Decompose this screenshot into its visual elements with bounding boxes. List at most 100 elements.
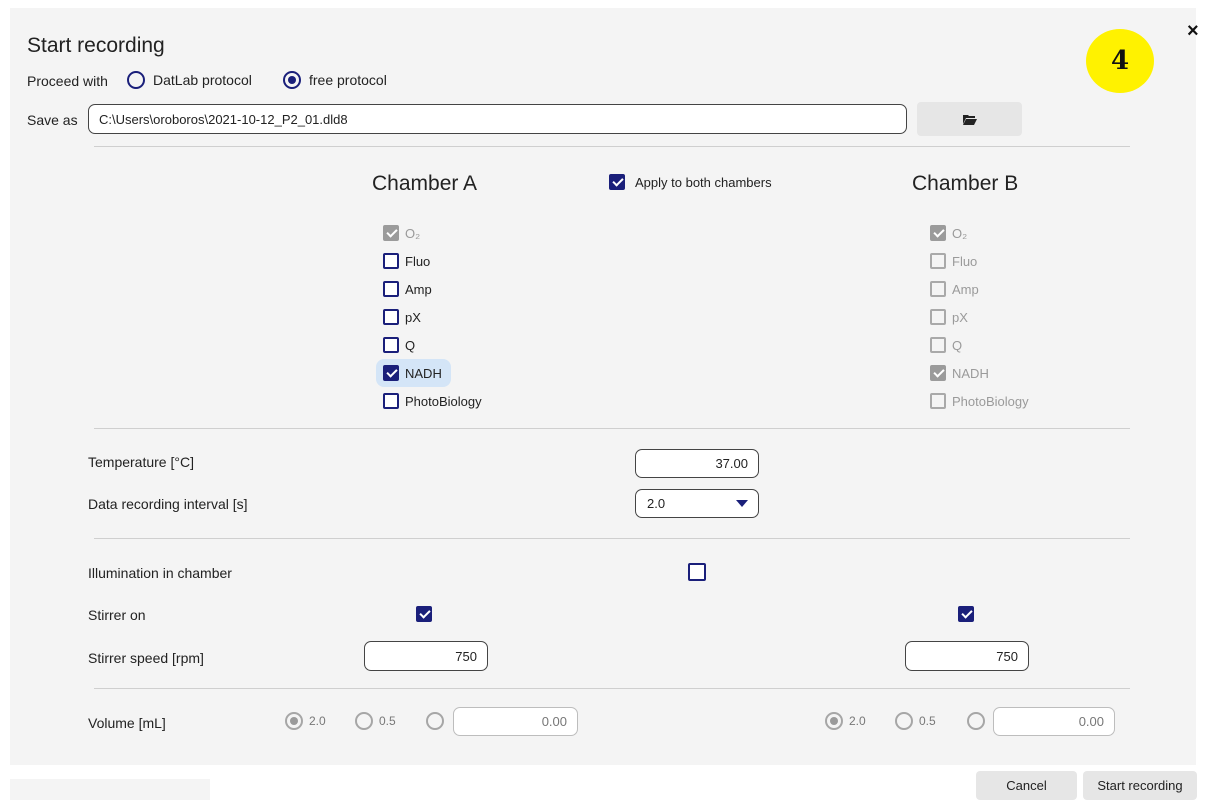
checkbox-disabled-icon <box>930 253 946 269</box>
folder-open-icon <box>962 114 977 125</box>
interval-label: Data recording interval [s] <box>88 496 248 512</box>
sensor-label: O₂ <box>952 225 968 241</box>
sensor-a-o2[interactable]: O₂ <box>383 219 482 247</box>
checkbox-icon <box>688 563 706 581</box>
radio-disabled-icon <box>967 712 985 730</box>
checkbox-icon <box>383 393 399 409</box>
volume-a-opt-2: 2.0 <box>285 712 326 730</box>
footer-left-panel <box>10 779 210 800</box>
illumination-label: Illumination in chamber <box>88 565 232 581</box>
apply-both-label: Apply to both chambers <box>635 174 772 190</box>
sensor-label: Q <box>952 337 963 353</box>
temperature-input[interactable]: 37.00 <box>635 449 759 478</box>
stirrer-on-a-checkbox[interactable] <box>416 606 432 627</box>
volume-opt-label: 0.5 <box>919 714 936 728</box>
radio-disabled-icon <box>355 712 373 730</box>
checkbox-checked-icon <box>958 606 974 622</box>
sensor-b-q: Q <box>930 331 1029 359</box>
chamber-a-sensors: O₂ Fluo Amp pX Q NADH PhotoBiology <box>376 219 482 415</box>
temperature-label: Temperature [°C] <box>88 454 194 470</box>
temperature-value: 37.00 <box>715 456 748 471</box>
sensor-a-q[interactable]: Q <box>383 331 482 359</box>
checkbox-checked-icon <box>416 606 432 622</box>
stirrer-speed-b-value: 750 <box>996 648 1018 664</box>
checkbox-disabled-icon <box>930 281 946 297</box>
radio-datlab-label: DatLab protocol <box>153 72 252 88</box>
sensor-b-o2: O₂ <box>930 219 1029 247</box>
radio-free-label: free protocol <box>309 72 387 88</box>
radio-free-protocol[interactable]: free protocol <box>283 71 387 89</box>
sensor-label: PhotoBiology <box>952 393 1029 409</box>
start-recording-button[interactable]: Start recording <box>1083 771 1197 800</box>
illumination-checkbox[interactable] <box>688 563 706 586</box>
volume-opt-label: 2.0 <box>849 714 866 728</box>
dialog-title: Start recording <box>27 34 165 57</box>
sensor-label: Fluo <box>405 253 431 269</box>
radio-icon <box>127 71 145 89</box>
sensor-b-nadh: NADH <box>930 359 1029 387</box>
volume-opt-label: 0.5 <box>379 714 396 728</box>
save-path-value: C:\Users\oroboros\2021-10-12_P2_01.dld8 <box>99 111 348 127</box>
cancel-button[interactable]: Cancel <box>976 771 1077 800</box>
sensor-label: PhotoBiology <box>405 393 482 409</box>
chamber-b-sensors: O₂ Fluo Amp pX Q NADH PhotoBiology <box>930 219 1029 415</box>
sensor-b-photobiology: PhotoBiology <box>930 387 1029 415</box>
stirrer-on-b-checkbox[interactable] <box>958 606 974 627</box>
radio-disabled-selected-icon <box>825 712 843 730</box>
close-icon[interactable]: × <box>1187 20 1199 43</box>
proceed-label: Proceed with <box>27 73 108 89</box>
interval-select[interactable]: 2.0 <box>635 489 759 518</box>
checkbox-disabled-icon <box>930 337 946 353</box>
volume-a-opt-custom <box>426 712 444 735</box>
checkbox-disabled-icon <box>930 393 946 409</box>
checkbox-icon <box>383 253 399 269</box>
stirrer-speed-label: Stirrer speed [rpm] <box>88 650 204 666</box>
save-path-input[interactable]: C:\Users\oroboros\2021-10-12_P2_01.dld8 <box>88 104 907 134</box>
sensor-label: Fluo <box>952 253 978 269</box>
stirrer-speed-a-input[interactable]: 750 <box>364 641 488 671</box>
sensor-a-px[interactable]: pX <box>383 303 482 331</box>
divider <box>94 428 1130 429</box>
sensor-label: Amp <box>405 281 432 297</box>
checkbox-icon <box>383 309 399 325</box>
divider <box>94 146 1130 147</box>
checkbox-disabled-checked-icon <box>930 365 946 381</box>
volume-b-custom-input: 0.00 <box>993 707 1115 736</box>
volume-a-custom-input: 0.00 <box>453 707 578 736</box>
checkbox-checked-icon <box>383 365 399 381</box>
apply-both-checkbox[interactable]: Apply to both chambers <box>609 174 772 190</box>
volume-b-opt-2: 2.0 <box>825 712 866 730</box>
volume-opt-label: 2.0 <box>309 714 326 728</box>
sensor-a-amp[interactable]: Amp <box>383 275 482 303</box>
browse-folder-button[interactable] <box>917 102 1022 136</box>
sensor-label: O₂ <box>405 225 421 241</box>
sensor-a-fluo[interactable]: Fluo <box>383 247 482 275</box>
sensor-label: pX <box>952 309 968 325</box>
interval-value: 2.0 <box>647 496 666 511</box>
sensor-label: NADH <box>405 365 442 381</box>
volume-b-opt-05: 0.5 <box>895 712 936 730</box>
sensor-a-photobiology[interactable]: PhotoBiology <box>383 387 482 415</box>
save-as-label: Save as <box>27 112 78 128</box>
stirrer-speed-b-input[interactable]: 750 <box>905 641 1029 671</box>
sensor-a-nadh[interactable]: NADH <box>376 359 451 387</box>
volume-label: Volume [mL] <box>88 715 166 731</box>
checkbox-disabled-checked-icon <box>383 225 399 241</box>
sensor-label: Q <box>405 337 416 353</box>
volume-b-opt-custom <box>967 712 985 735</box>
volume-b-custom-value: 0.00 <box>1078 714 1104 729</box>
radio-datlab-protocol[interactable]: DatLab protocol <box>127 71 252 89</box>
chamber-a-title: Chamber A <box>372 172 478 195</box>
step-badge: 4 <box>1086 29 1154 93</box>
chevron-down-icon <box>736 500 748 507</box>
radio-disabled-icon <box>426 712 444 730</box>
stirrer-on-label: Stirrer on <box>88 607 146 623</box>
divider <box>94 688 1130 689</box>
checkbox-checked-icon <box>609 174 625 190</box>
sensor-b-amp: Amp <box>930 275 1029 303</box>
sensor-b-px: pX <box>930 303 1029 331</box>
radio-disabled-icon <box>895 712 913 730</box>
checkbox-icon <box>383 281 399 297</box>
checkbox-icon <box>383 337 399 353</box>
stirrer-speed-a-value: 750 <box>455 648 477 664</box>
